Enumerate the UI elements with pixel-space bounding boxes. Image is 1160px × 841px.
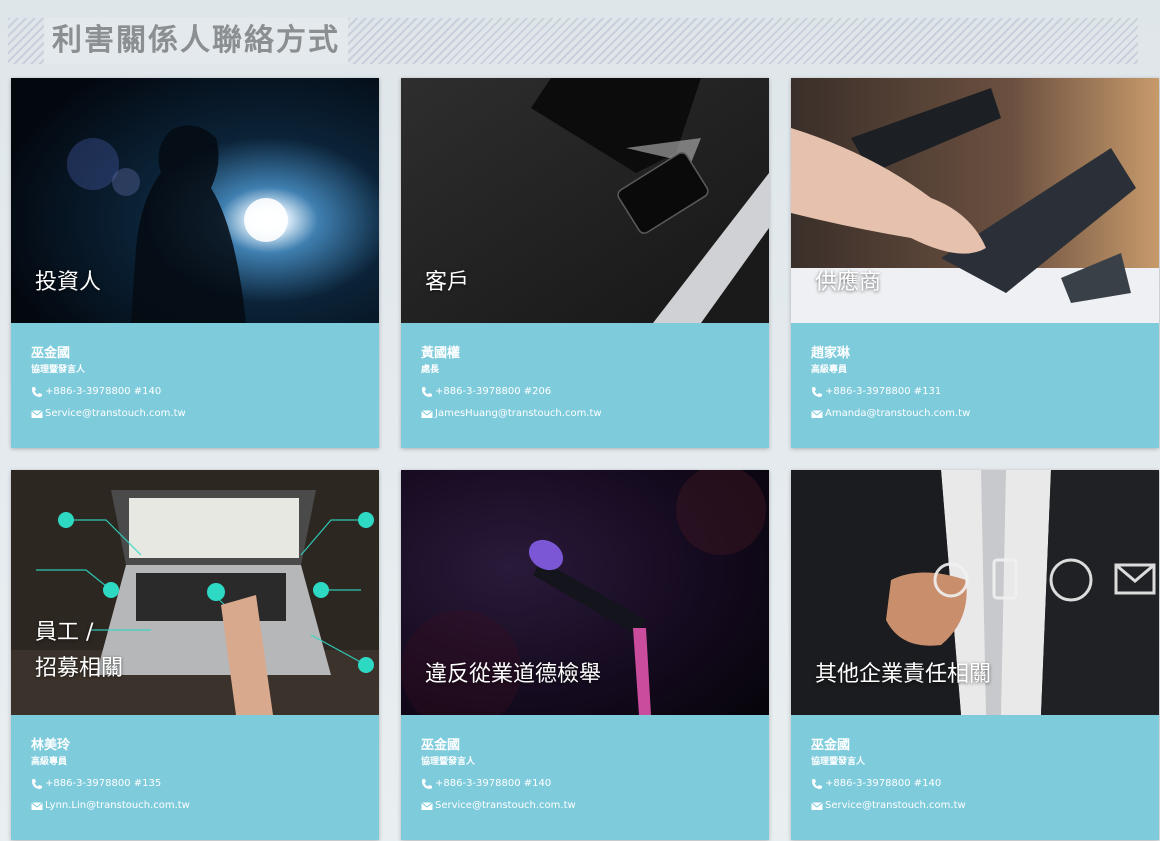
contact-role: 協理暨發言人 (421, 757, 476, 767)
contact-phone: +886-3-3978800 #140 (435, 778, 552, 789)
contact-role: 處長 (421, 365, 440, 375)
envelope-icon (31, 802, 43, 810)
contact-card-investor[interactable]: 投資人 巫金國 協理暨發言人 +886-3-3978800 #140 Servi… (11, 78, 379, 448)
contact-name: 林美玲 (31, 738, 71, 753)
contact-email[interactable]: Service@transtouch.com.tw (45, 403, 186, 425)
email-row[interactable]: Amanda@transtouch.com.tw (811, 403, 1159, 425)
page-header: 利害關係人聯絡方式 (8, 18, 1138, 64)
phone-row[interactable]: +886-3-3978800 #135 (31, 773, 379, 795)
contact-info: 巫金國 協理暨發言人 +886-3-3978800 #140 Service@t… (791, 715, 1159, 840)
contact-name: 巫金國 (421, 738, 461, 753)
email-row[interactable]: Service@transtouch.com.tw (421, 795, 769, 817)
contact-info: 趙家琳 高級專員 +886-3-3978800 #131 Amanda@tran… (791, 323, 1159, 448)
phone-icon (812, 779, 822, 789)
phone-icon (32, 779, 42, 789)
contact-email[interactable]: Service@transtouch.com.tw (825, 795, 966, 817)
contact-phone: +886-3-3978800 #140 (825, 778, 942, 789)
contact-phone: +886-3-3978800 #135 (45, 778, 162, 789)
contact-email[interactable]: Lynn.Lin@transtouch.com.tw (45, 795, 190, 817)
phone-row[interactable]: +886-3-3978800 #140 (31, 381, 379, 403)
page-title: 利害關係人聯絡方式 (44, 18, 348, 64)
contact-name: 趙家琳 (811, 346, 851, 361)
card-category: 員工 / (35, 620, 94, 645)
contact-card-supplier[interactable]: 供應商 趙家琳 高級專員 +886-3-3978800 #131 Amanda@… (791, 78, 1159, 448)
phone-row[interactable]: +886-3-3978800 #140 (811, 773, 1159, 795)
customer-photo: 客戶 (401, 78, 769, 323)
ethics-photo: 違反從業道德檢舉 (401, 470, 769, 715)
phone-row[interactable]: +886-3-3978800 #131 (811, 381, 1159, 403)
card-category: 違反從業道德檢舉 (425, 662, 602, 687)
contact-phone: +886-3-3978800 #206 (435, 386, 552, 397)
envelope-icon (811, 410, 823, 418)
contact-info: 黃國權 處長 +886-3-3978800 #206 JamesHuang@tr… (401, 323, 769, 448)
phone-icon (32, 387, 42, 397)
email-row[interactable]: Service@transtouch.com.tw (811, 795, 1159, 817)
card-category-line2: 招募相關 (35, 656, 124, 681)
investor-photo: 投資人 (11, 78, 379, 323)
contact-card-customer[interactable]: 客戶 黃國權 處長 +886-3-3978800 #206 JamesHuang… (401, 78, 769, 448)
contact-phone: +886-3-3978800 #131 (825, 386, 942, 397)
envelope-icon (811, 802, 823, 810)
card-category: 供應商 (815, 270, 882, 295)
email-row[interactable]: Service@transtouch.com.tw (31, 403, 379, 425)
contact-email[interactable]: JamesHuang@transtouch.com.tw (435, 403, 602, 425)
contact-email[interactable]: Service@transtouch.com.tw (435, 795, 576, 817)
contact-card-employee[interactable]: 員工 / 招募相關 林美玲 高級專員 +886-3-3978800 #135 L… (11, 470, 379, 840)
phone-icon (422, 779, 432, 789)
contact-info: 巫金國 協理暨發言人 +886-3-3978800 #140 Service@t… (401, 715, 769, 840)
envelope-icon (421, 410, 433, 418)
contact-name: 巫金國 (811, 738, 851, 753)
contact-role: 高級專員 (31, 757, 68, 767)
email-row[interactable]: Lynn.Lin@transtouch.com.tw (31, 795, 379, 817)
contact-role: 協理暨發言人 (811, 757, 866, 767)
phone-icon (812, 387, 822, 397)
card-category: 客戶 (425, 270, 470, 295)
supplier-photo: 供應商 (791, 78, 1159, 323)
employee-photo: 員工 / 招募相關 (11, 470, 379, 715)
card-category: 投資人 (35, 270, 102, 295)
contact-card-ethics-report[interactable]: 違反從業道德檢舉 巫金國 協理暨發言人 +886-3-3978800 #140 … (401, 470, 769, 840)
phone-row[interactable]: +886-3-3978800 #206 (421, 381, 769, 403)
email-row[interactable]: JamesHuang@transtouch.com.tw (421, 403, 769, 425)
contact-card-other-csr[interactable]: 其他企業責任相關 巫金國 協理暨發言人 +886-3-3978800 #140 … (791, 470, 1159, 840)
phone-icon (422, 387, 432, 397)
contact-role: 協理暨發言人 (31, 365, 86, 375)
contact-email[interactable]: Amanda@transtouch.com.tw (825, 403, 970, 425)
contact-name: 黃國權 (421, 346, 461, 361)
contact-name: 巫金國 (31, 346, 71, 361)
contact-role: 高級專員 (811, 365, 848, 375)
card-category: 其他企業責任相關 (815, 662, 992, 687)
envelope-icon (421, 802, 433, 810)
phone-row[interactable]: +886-3-3978800 #140 (421, 773, 769, 795)
contact-phone: +886-3-3978800 #140 (45, 386, 162, 397)
csr-photo: 其他企業責任相關 (791, 470, 1159, 715)
contact-info: 巫金國 協理暨發言人 +886-3-3978800 #140 Service@t… (11, 323, 379, 448)
contact-info: 林美玲 高級專員 +886-3-3978800 #135 Lynn.Lin@tr… (11, 715, 379, 840)
envelope-icon (31, 410, 43, 418)
